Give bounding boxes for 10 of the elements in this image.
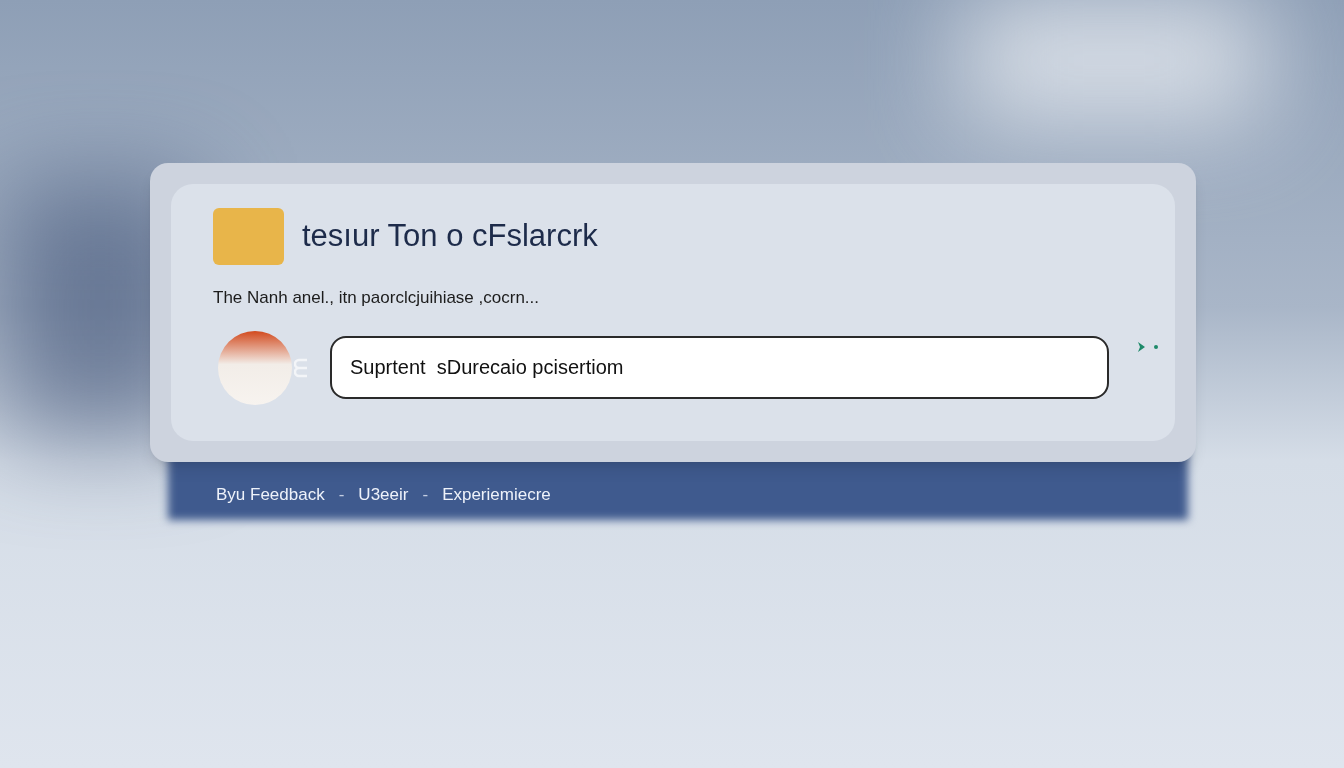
footer-separator: - [338, 484, 345, 506]
footer-link[interactable]: U3eeir [358, 482, 409, 508]
footer-link[interactable]: Experiemiecre [442, 482, 551, 508]
footer-link[interactable]: Byu Feedback [216, 482, 325, 508]
send-icon[interactable] [1136, 339, 1160, 354]
message-input-field[interactable]: Suprtent sDurecaio pcisertiom [330, 336, 1109, 399]
card-title: tesıur Ton o cFslarcrk [302, 217, 598, 256]
card-subtitle: The Nanh anel., itn paorclcjuihiase ,cocrn... [213, 287, 540, 309]
avatar-placeholder [213, 208, 284, 265]
footer-separator: - [422, 484, 429, 506]
